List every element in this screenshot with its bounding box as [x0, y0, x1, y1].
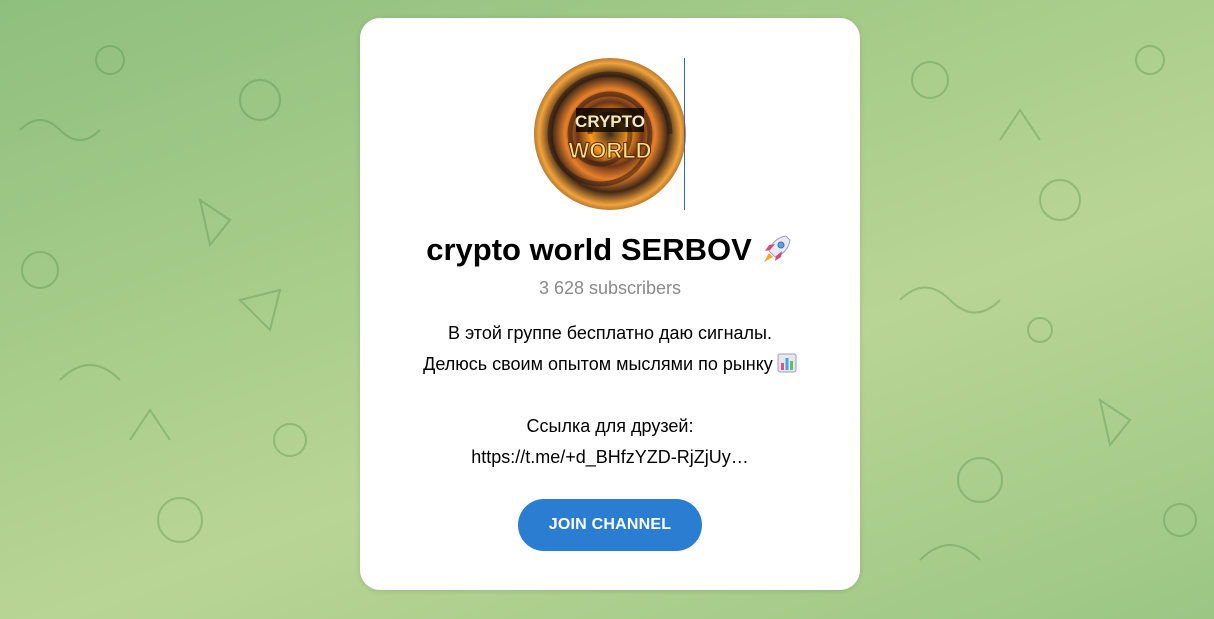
description-line: Делюсь своим опытом мыслями по рынку: [380, 349, 840, 380]
subscriber-count: 3 628 subscribers: [538, 278, 682, 298]
text-cursor-line: [684, 58, 685, 210]
channel-title: crypto world SERBOV: [360, 232, 860, 268]
bar-chart-icon: [777, 353, 797, 373]
channel-avatar: CRYPTO WORLD: [534, 58, 686, 210]
channel-description: В этой группе бесплатно даю сигналы. Дел…: [380, 318, 840, 473]
invite-link[interactable]: https://t.me/+d_BHfzYZD-RjZjUy…: [380, 442, 840, 473]
channel-title-text: crypto world SERBOV: [426, 232, 752, 267]
description-line-text: Делюсь своим опытом мыслями по рынку: [423, 354, 773, 374]
channel-card: CRYPTO WORLD crypto world SERBOV 3 628 s…: [360, 18, 860, 590]
join-channel-button[interactable]: JOIN CHANNEL: [518, 499, 702, 551]
description-line: В этой группе бесплатно даю сигналы.: [448, 323, 772, 343]
avatar-text-crypto: CRYPTO: [575, 112, 645, 131]
avatar-text-world: WORLD: [568, 138, 651, 163]
description-line: Ссылка для друзей:: [526, 416, 694, 436]
rocket-icon: [763, 235, 791, 262]
description-blank-line: [380, 380, 840, 411]
